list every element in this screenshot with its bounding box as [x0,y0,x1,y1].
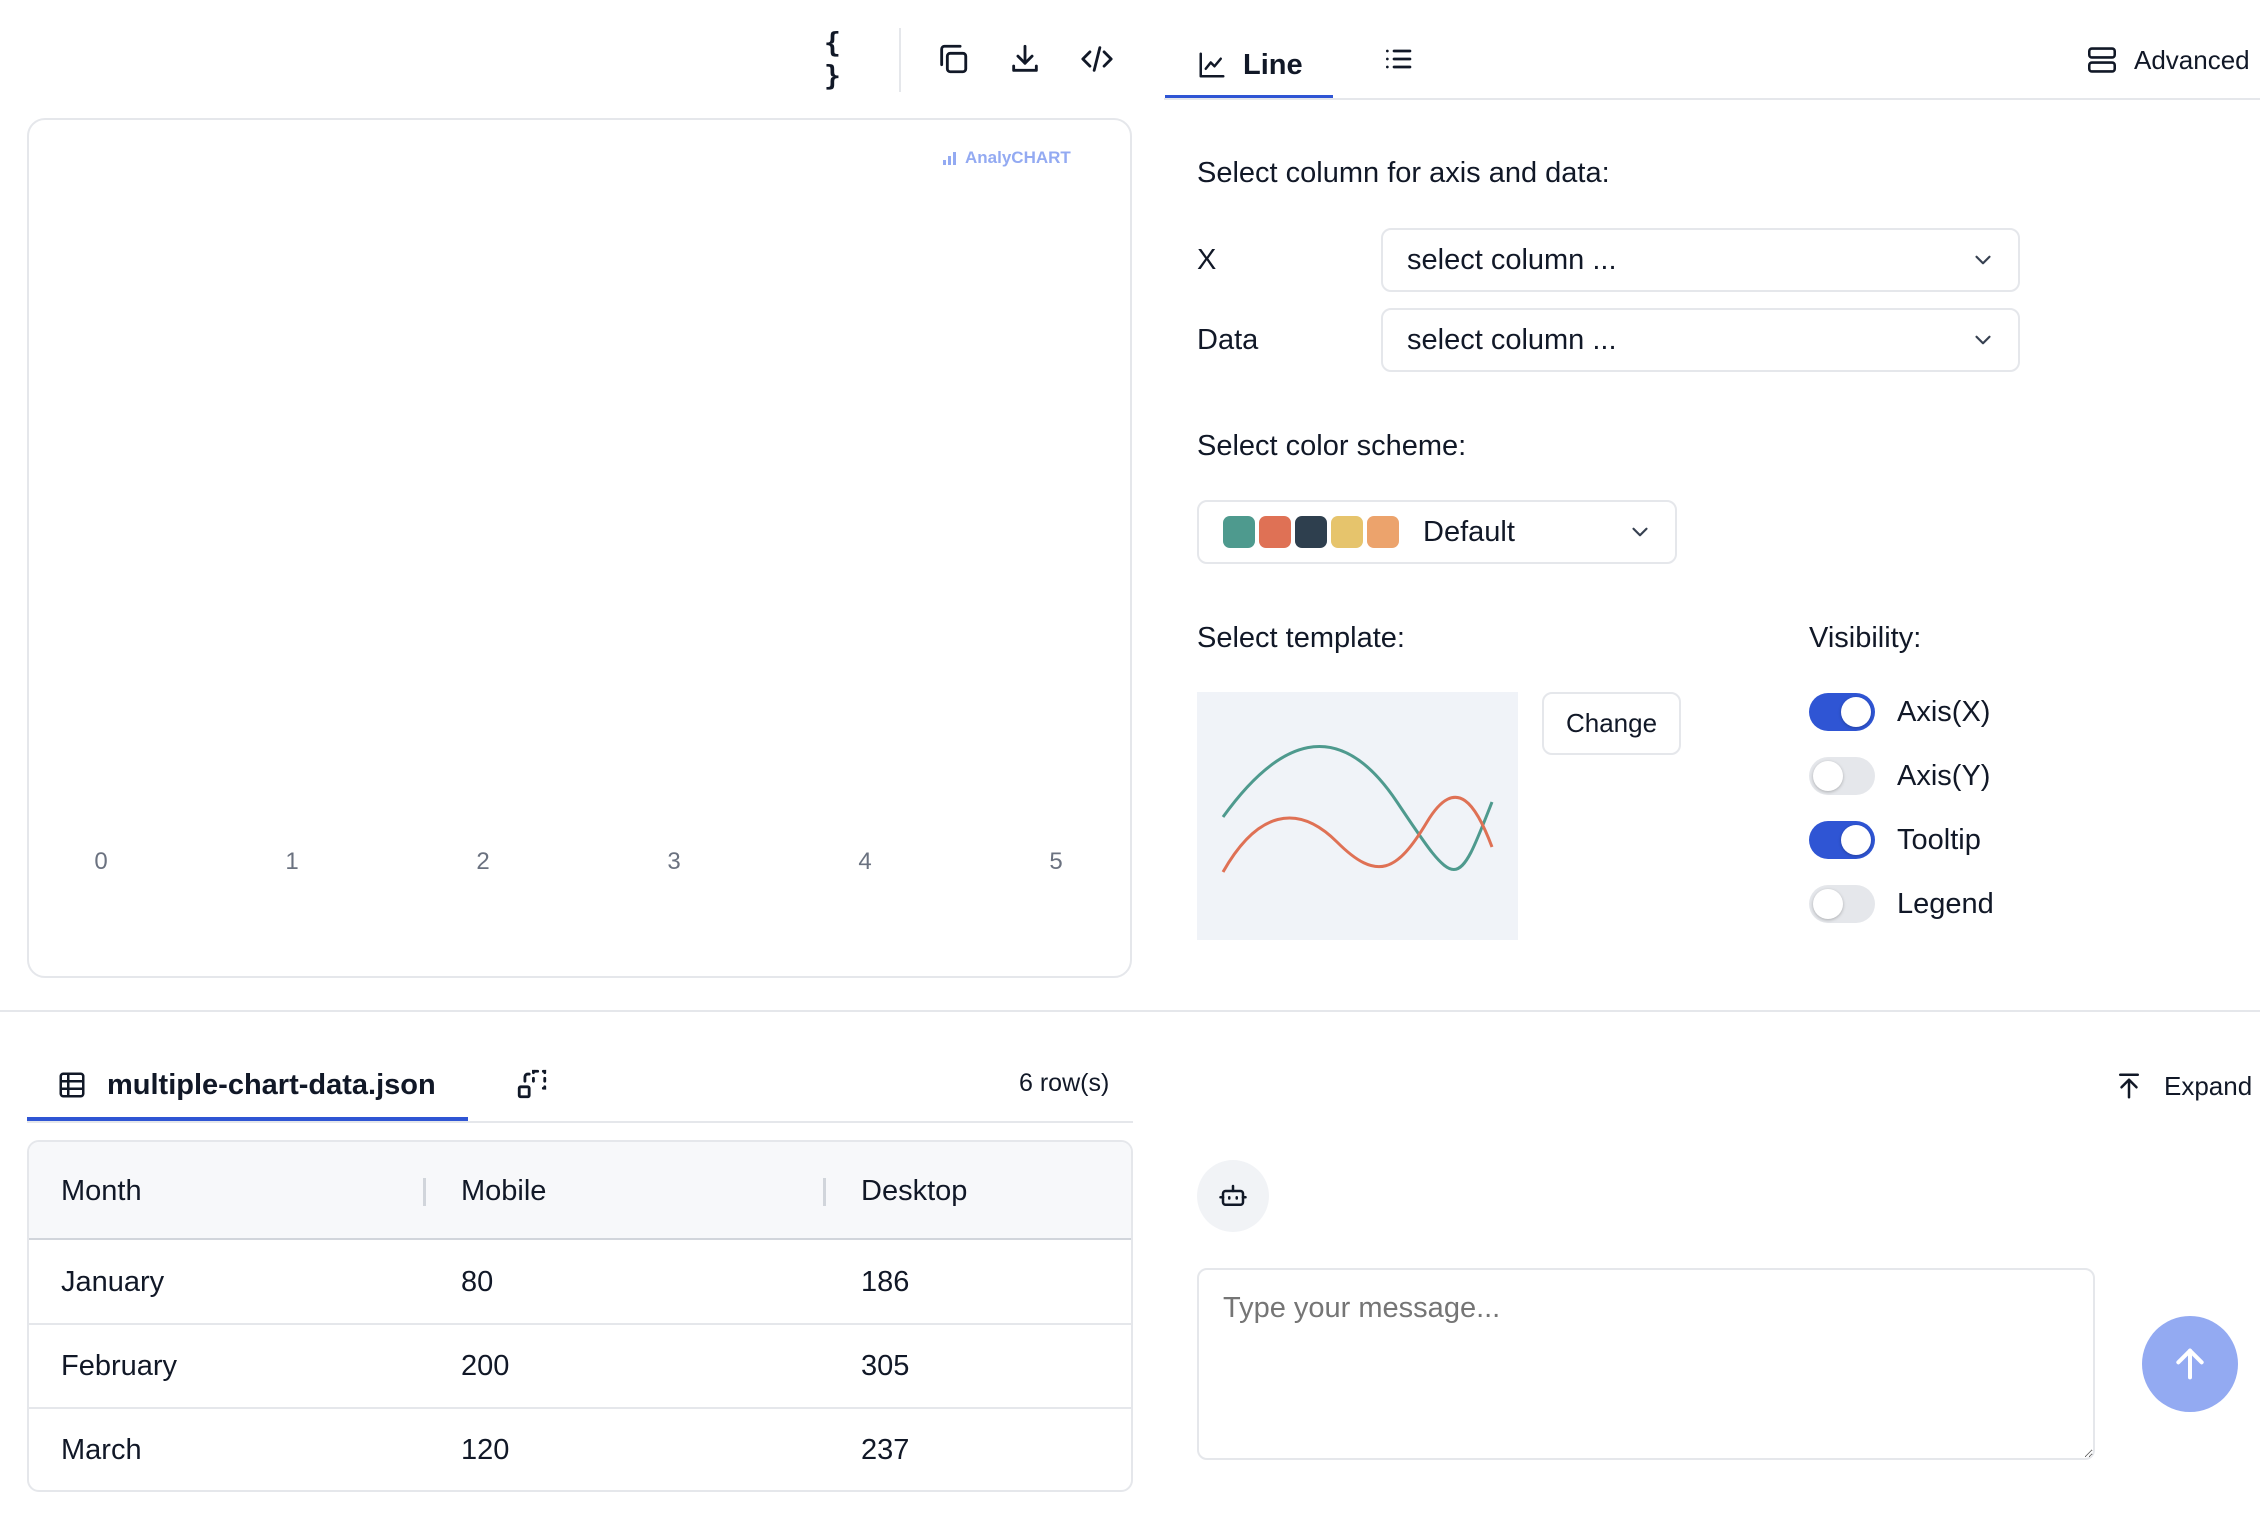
swatch-4 [1331,516,1363,548]
template-title: Select template: [1197,622,1405,654]
template-line-chart [1221,745,1494,873]
chart-preview-card: AnalyCHART [27,118,1132,978]
server-icon [2088,47,2116,73]
chevron-down-icon [1975,335,1991,345]
advanced-label: Advanced [2134,44,2250,75]
data-file-name: multiple-chart-data.json [107,1068,436,1101]
axis-section-title: Select column for axis and data: [1197,157,1610,189]
swatch-2 [1259,516,1291,548]
assistant-avatar [1197,1160,1269,1232]
toggle-tooltip[interactable] [1809,821,1875,859]
embed-code-button[interactable] [1074,36,1120,82]
table-cell[interactable]: 305 [861,1350,909,1383]
toolbar-divider [899,28,901,92]
x-tick-4: 4 [858,848,872,875]
table-cell[interactable]: January [61,1266,164,1299]
copy-button[interactable] [930,36,976,82]
table-header: Month Mobile Desktop [29,1142,1131,1240]
color-scheme-select[interactable]: Default [1197,500,1677,564]
column-header-mobile[interactable]: Mobile [461,1175,546,1208]
list-icon [1386,49,1412,69]
toggle-legend-label: Legend [1897,888,1994,920]
row-separator [29,1407,1131,1409]
template-preview[interactable] [1197,692,1518,940]
color-scheme-value: Default [1423,515,1515,548]
table-cell[interactable]: March [61,1434,142,1467]
change-template-button[interactable]: Change [1542,692,1681,755]
json-view-button[interactable]: { } [824,26,870,92]
chevron-down-icon [1632,527,1648,537]
toggle-axis-y[interactable] [1809,757,1875,795]
bot-icon [1219,1184,1247,1206]
tab-data-file[interactable]: multiple-chart-data.json [27,1050,468,1120]
table-cell[interactable]: 186 [861,1266,909,1299]
select-shapes-icon [517,1069,547,1099]
column-resizer[interactable] [823,1178,826,1206]
table-cell[interactable]: 120 [461,1434,509,1467]
column-resizer[interactable] [423,1178,426,1206]
x-label: X [1197,244,1217,276]
table-icon [59,1072,85,1098]
color-swatches [1223,516,1403,548]
toggle-axis-x[interactable] [1809,693,1875,731]
toggle-tooltip-label: Tooltip [1897,824,1981,856]
x-tick-5: 5 [1049,848,1063,875]
tab-line-label: Line [1243,48,1303,81]
arrow-up-icon [2176,1348,2204,1380]
chevron-down-icon [1975,255,1991,265]
download-button[interactable] [1002,36,1048,82]
tab-line[interactable]: Line [1165,30,1333,100]
data-table: Month Mobile Desktop January 80 186 Febr… [27,1140,1133,1492]
swatch-3 [1295,516,1327,548]
toggle-axis-y-label: Axis(Y) [1897,760,1991,792]
table-cell[interactable]: 237 [861,1434,909,1467]
row-count: 6 row(s) [1019,1069,1110,1097]
data-column-value: select column ... [1407,323,1617,356]
chat-message-input[interactable] [1197,1268,2095,1460]
expand-button[interactable]: Expand [2114,1066,2252,1106]
toggle-legend[interactable] [1809,885,1875,923]
table-cell[interactable]: 80 [461,1266,493,1299]
data-column-select[interactable]: select column ... [1381,308,2020,372]
column-header-month[interactable]: Month [61,1175,142,1208]
send-button[interactable] [2142,1316,2238,1412]
copy-icon [940,44,968,74]
column-header-desktop[interactable]: Desktop [861,1175,967,1208]
brand-name: AnalyCHART [965,148,1071,167]
visibility-title: Visibility: [1809,622,1922,654]
x-tick-0: 0 [94,848,108,875]
x-tick-3: 3 [667,848,681,875]
bar-chart-icon [943,152,956,165]
code-icon [1081,46,1113,72]
brand-watermark: AnalyCHART [941,148,1071,168]
arrow-up-to-line-icon [2119,1073,2139,1099]
tab-list[interactable] [1374,36,1422,82]
swatch-1 [1223,516,1255,548]
download-icon [1012,44,1038,72]
x-column-select[interactable]: select column ... [1381,228,2020,292]
swatch-5 [1367,516,1399,548]
toggle-axis-x-label: Axis(X) [1897,696,1991,728]
data-label: Data [1197,324,1259,356]
tabs-baseline [1164,98,2260,100]
x-column-value: select column ... [1407,243,1617,276]
tab-transform[interactable] [508,1060,556,1108]
section-divider [0,1010,2260,1012]
color-scheme-title: Select color scheme: [1197,430,1467,462]
table-cell[interactable]: 200 [461,1350,509,1383]
table-cell[interactable]: February [61,1350,177,1383]
data-tabs-baseline [27,1121,1133,1123]
row-separator [29,1323,1131,1325]
line-chart-icon [1199,52,1225,78]
expand-label: Expand [2164,1070,2253,1101]
advanced-button[interactable]: Advanced [2086,40,2250,80]
x-tick-2: 2 [476,848,490,875]
x-tick-1: 1 [285,848,299,875]
